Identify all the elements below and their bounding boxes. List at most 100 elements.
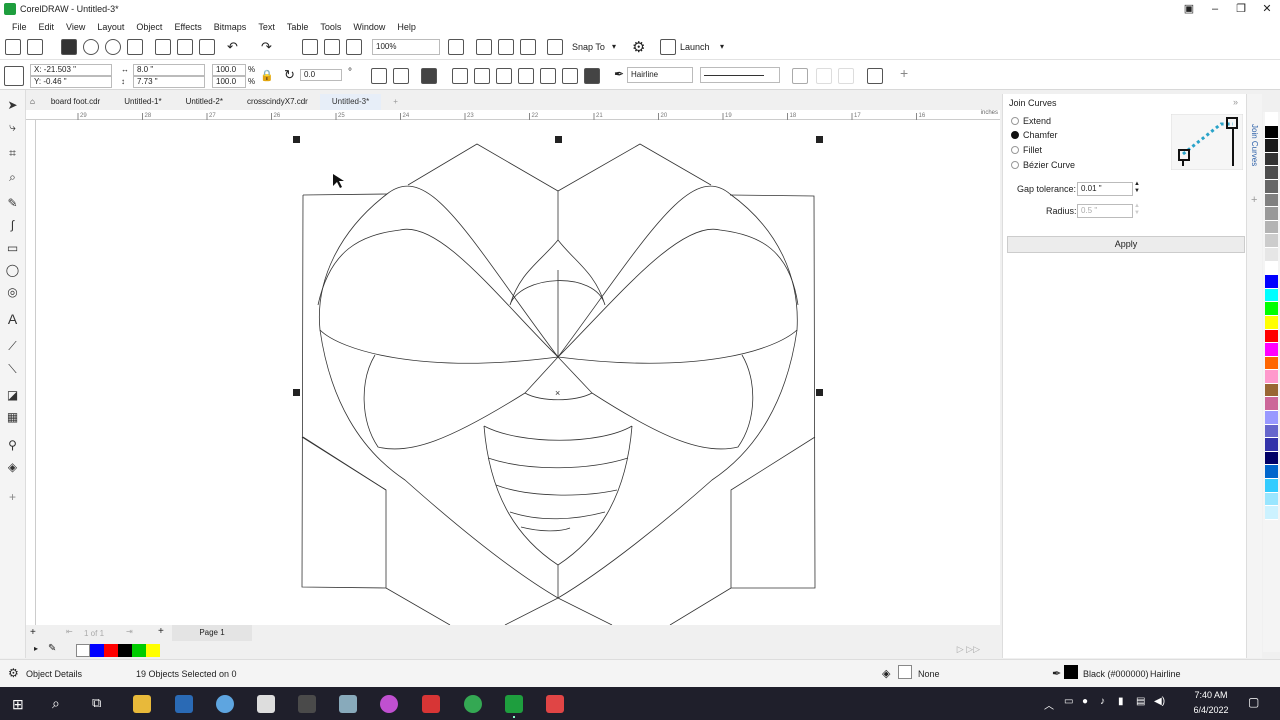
- snap-to-chevron-icon[interactable]: ▾: [612, 42, 616, 51]
- zoom-level-dropdown[interactable]: 100%: [372, 39, 440, 55]
- export-icon[interactable]: [324, 39, 340, 55]
- menu-view[interactable]: View: [60, 22, 91, 32]
- coreldraw-taskbar-icon[interactable]: [505, 695, 523, 713]
- scale-y-field[interactable]: 100.0: [212, 76, 246, 88]
- shape-tool-icon[interactable]: ⤷: [5, 120, 20, 135]
- document-palette-swatch[interactable]: [104, 644, 118, 657]
- color-swatch[interactable]: [1265, 112, 1278, 126]
- apply-button[interactable]: Apply: [1007, 236, 1245, 253]
- launch-app-icon[interactable]: [660, 39, 676, 55]
- minimize-button[interactable]: –: [1202, 0, 1228, 18]
- docker-expand-icon[interactable]: »: [1233, 97, 1238, 107]
- outline-color-swatch[interactable]: [1064, 665, 1078, 679]
- horizontal-ruler[interactable]: 29 28 27 26 25 24 23 22 21 20 19 18 17 16 inches: [26, 110, 1000, 120]
- color-swatch[interactable]: [1265, 152, 1278, 167]
- color-swatch[interactable]: [1265, 343, 1278, 357]
- transparency-tool-icon[interactable]: ▦: [5, 410, 20, 425]
- width-field[interactable]: 8.0 ": [133, 64, 205, 76]
- tab-untitled-3[interactable]: Untitled-3*: [319, 94, 382, 110]
- notifications-icon[interactable]: ▢: [1248, 695, 1259, 709]
- app-balloon-icon[interactable]: [216, 695, 234, 713]
- fill-none-swatch[interactable]: [898, 665, 912, 679]
- menu-edit[interactable]: Edit: [33, 22, 61, 32]
- eyedropper-icon[interactable]: ⚲: [5, 438, 20, 453]
- paste-icon[interactable]: [199, 39, 215, 55]
- align-distribute-icon[interactable]: [867, 68, 883, 84]
- color-swatch[interactable]: [1265, 179, 1278, 194]
- convert-to-curves-icon[interactable]: [792, 68, 808, 84]
- rectangle-tool-icon[interactable]: ▭: [5, 241, 20, 256]
- color-swatch[interactable]: [1265, 234, 1278, 248]
- color-swatch[interactable]: [1265, 261, 1278, 276]
- front-minus-back-icon[interactable]: [540, 68, 556, 84]
- color-swatch[interactable]: [1265, 193, 1278, 208]
- publish-pdf-icon[interactable]: [346, 39, 362, 55]
- parallel-dimension-icon[interactable]: ⟋: [5, 339, 20, 354]
- tray-mic-icon[interactable]: ♪: [1100, 696, 1105, 707]
- color-swatch[interactable]: [1265, 125, 1278, 140]
- radio-fillet[interactable]: [1011, 146, 1019, 154]
- tray-meet-icon[interactable]: ▭: [1064, 696, 1073, 707]
- color-swatch[interactable]: [1265, 492, 1278, 507]
- object-details-gear-icon[interactable]: ⚙: [8, 666, 19, 680]
- copy-icon[interactable]: [177, 39, 193, 55]
- pick-tool-icon[interactable]: ➤: [5, 98, 20, 113]
- app-drive-icon[interactable]: [339, 695, 357, 713]
- tray-chevron-icon[interactable]: ︿: [1044, 697, 1054, 712]
- intersect-icon[interactable]: [496, 68, 512, 84]
- color-swatch[interactable]: [1265, 207, 1278, 221]
- line-style-dropdown[interactable]: [700, 67, 780, 83]
- menu-tools[interactable]: Tools: [314, 22, 347, 32]
- tab-untitled-2[interactable]: Untitled-2*: [174, 94, 235, 110]
- menu-layout[interactable]: Layout: [91, 22, 130, 32]
- radio-bezier[interactable]: [1011, 161, 1019, 169]
- color-swatch[interactable]: [1265, 315, 1278, 330]
- height-field[interactable]: 7.73 ": [133, 76, 205, 88]
- document-palette-swatch[interactable]: [146, 644, 160, 657]
- color-swatch[interactable]: [1265, 479, 1278, 493]
- tab-board-foot[interactable]: board foot.cdr: [39, 94, 112, 110]
- home-tab-icon[interactable]: ⌂: [26, 94, 39, 110]
- app-frame-icon[interactable]: [257, 695, 275, 713]
- color-swatch[interactable]: [1265, 465, 1278, 480]
- radio-extend[interactable]: [1011, 117, 1019, 125]
- show-guidelines-icon[interactable]: [520, 39, 536, 55]
- ellipse-tool-icon[interactable]: ◯: [5, 263, 20, 278]
- document-palette-swatch[interactable]: [118, 644, 132, 657]
- cloud-open-icon[interactable]: [83, 39, 99, 55]
- color-swatch[interactable]: [1265, 411, 1278, 425]
- color-swatch[interactable]: [1265, 288, 1278, 303]
- add-page-after-icon[interactable]: +: [158, 626, 164, 637]
- show-rulers-icon[interactable]: [476, 39, 492, 55]
- document-palette-swatch[interactable]: [132, 644, 146, 657]
- new-document-icon[interactable]: [5, 39, 21, 55]
- clock-date[interactable]: 6/4/2022: [1188, 705, 1234, 715]
- tray-network-icon[interactable]: ▤: [1136, 696, 1145, 707]
- last-page-icon[interactable]: ⇥: [126, 627, 133, 636]
- add-page-icon[interactable]: +: [30, 627, 36, 638]
- clock-time[interactable]: 7:40 AM: [1188, 690, 1234, 700]
- trim-icon[interactable]: [474, 68, 490, 84]
- color-swatch[interactable]: [1265, 166, 1278, 180]
- redo-icon[interactable]: ↷: [261, 39, 272, 55]
- search-icon[interactable]: ⌕: [52, 695, 60, 712]
- menu-object[interactable]: Object: [130, 22, 168, 32]
- mirror-horizontal-icon[interactable]: [371, 68, 387, 84]
- color-swatch[interactable]: [1265, 383, 1278, 398]
- no-color-swatch[interactable]: [76, 644, 90, 657]
- mirror-vertical-icon[interactable]: [393, 68, 409, 84]
- chrome-icon[interactable]: [464, 695, 482, 713]
- palette-expand-icon[interactable]: ▸: [34, 644, 38, 653]
- color-swatch[interactable]: [1265, 139, 1278, 153]
- app-b-icon[interactable]: [422, 695, 440, 713]
- file-explorer-icon[interactable]: [133, 695, 151, 713]
- cloud-save-icon[interactable]: [105, 39, 121, 55]
- snap-to-dropdown[interactable]: Snap To: [572, 42, 605, 52]
- artistic-media-icon[interactable]: ∫: [5, 218, 20, 233]
- color-swatch[interactable]: [1265, 506, 1278, 520]
- task-view-icon[interactable]: ⧉: [92, 695, 101, 711]
- tray-battery-icon[interactable]: ▮: [1118, 696, 1124, 707]
- color-swatch[interactable]: [1265, 247, 1278, 262]
- color-swatch[interactable]: [1265, 356, 1278, 371]
- add-docker-icon[interactable]: +: [1251, 194, 1257, 206]
